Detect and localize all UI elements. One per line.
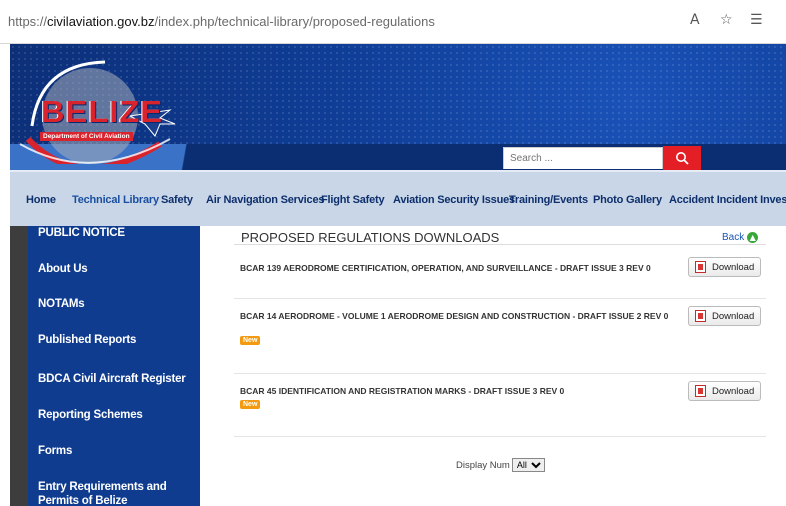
back-link[interactable]: Back ▲	[722, 232, 759, 243]
main-navigation: Home Technical Library Safety Air Naviga…	[10, 170, 786, 226]
download-label: Download	[712, 385, 755, 397]
nav-item-flight-safety[interactable]: Flight Safety	[321, 194, 385, 206]
nav-item-home[interactable]: Home	[26, 194, 56, 206]
nav-item-technical-library[interactable]: Technical Library	[72, 194, 159, 206]
sidebar-item-forms[interactable]: Forms	[38, 444, 72, 458]
new-badge: New	[240, 400, 261, 409]
sidebar-edge	[10, 226, 28, 506]
add-favorite-icon[interactable]: ☆	[720, 12, 733, 28]
heading-divider	[234, 244, 766, 245]
pdf-icon	[695, 261, 706, 273]
browser-address-bar: https://civilaviation.gov.bz/index.php/t…	[0, 0, 786, 44]
nav-item-accident-incident-investigation[interactable]: Accident Incident Investigatio	[669, 194, 786, 206]
nav-item-aviation-security-issues[interactable]: Aviation Security Issues	[393, 194, 515, 206]
search-button[interactable]	[663, 146, 701, 170]
logo-title: BELIZE	[41, 94, 164, 129]
document-title: BCAR 139 AERODROME CERTIFICATION, OPERAT…	[240, 263, 651, 273]
row-divider	[234, 436, 766, 437]
document-title: BCAR 45 IDENTIFICATION AND REGISTRATION …	[240, 386, 565, 396]
nav-item-safety[interactable]: Safety	[161, 194, 193, 206]
document-title: BCAR 14 AERODROME - VOLUME 1 AERODROME D…	[240, 311, 669, 321]
nav-item-photo-gallery[interactable]: Photo Gallery	[593, 194, 662, 206]
favorites-icon[interactable]: ☰	[750, 12, 763, 28]
url-field[interactable]: https://civilaviation.gov.bz/index.php/t…	[8, 14, 435, 29]
sidebar-item-bdca-civil-aircraft-register[interactable]: BDCA Civil Aircraft Register	[38, 372, 186, 386]
sidebar-item-public-notice[interactable]: PUBLIC NOTICE	[38, 226, 125, 240]
download-button[interactable]: Download	[688, 381, 761, 401]
download-button[interactable]: Download	[688, 257, 761, 277]
row-divider	[234, 373, 766, 374]
nav-item-air-navigation-services[interactable]: Air Navigation Services	[206, 194, 324, 206]
read-aloud-icon[interactable]: A	[690, 12, 700, 28]
url-scheme: https://	[8, 14, 48, 29]
sidebar-item-published-reports[interactable]: Published Reports	[38, 333, 136, 347]
row-divider	[234, 298, 766, 299]
pdf-icon	[695, 385, 706, 397]
sidebar-item-notams[interactable]: NOTAMs	[38, 297, 85, 311]
search-input[interactable]	[504, 148, 662, 169]
display-num-control: Display Num All	[456, 458, 545, 472]
logo-subtitle: Department of Civil Aviation	[40, 132, 133, 141]
back-label: Back	[722, 232, 745, 243]
download-label: Download	[712, 261, 755, 273]
pdf-icon	[695, 310, 706, 322]
sidebar-item-entry-requirements[interactable]: Entry Requirements and Permits of Belize	[38, 480, 198, 506]
sidebar-item-reporting-schemes[interactable]: Reporting Schemes	[38, 408, 143, 422]
url-host: civilaviation.gov.bz	[47, 14, 155, 29]
search-box	[503, 147, 663, 169]
display-num-select[interactable]: All	[511, 458, 545, 472]
search-icon	[676, 152, 689, 165]
sidebar-menu: PUBLIC NOTICE About Us NOTAMs Published …	[28, 226, 200, 506]
display-num-label: Display Num	[456, 459, 510, 471]
url-path: /index.php/technical-library/proposed-re…	[154, 14, 435, 29]
download-label: Download	[712, 310, 755, 322]
nav-item-training-events[interactable]: Training/Events	[509, 194, 588, 206]
download-button[interactable]: Download	[688, 306, 761, 326]
new-badge: New	[240, 336, 261, 345]
sidebar-item-about-us[interactable]: About Us	[38, 262, 88, 276]
site-logo[interactable]: BELIZE Department of Civil Aviation	[10, 44, 185, 164]
page-title: PROPOSED REGULATIONS DOWNLOADS	[241, 230, 500, 245]
back-arrow-icon: ▲	[747, 232, 759, 243]
